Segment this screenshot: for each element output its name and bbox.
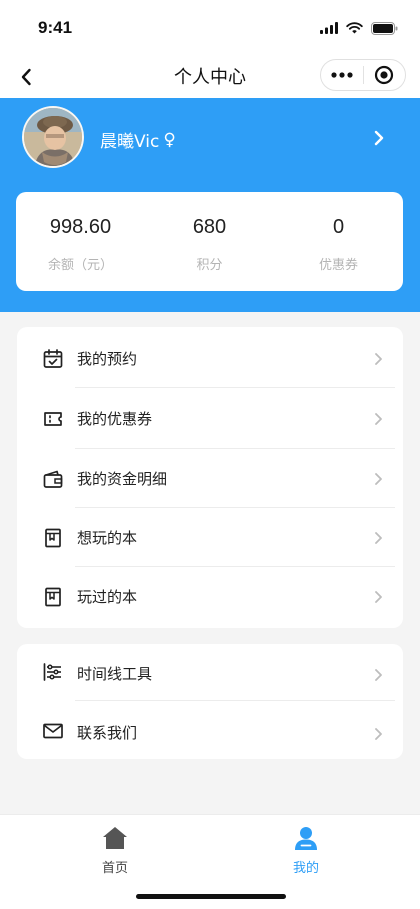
profile-row[interactable]: 晨曦Vic ♀ [0, 98, 420, 180]
signal-icon [320, 22, 338, 34]
menu-item-want-to-play[interactable]: 想玩的本 [17, 507, 403, 567]
tab-home[interactable]: 首页 [10, 815, 220, 885]
avatar-image [24, 108, 82, 166]
chevron-right-icon [375, 413, 382, 425]
status-time: 9:41 [38, 18, 73, 37]
menu-label: 时间线工具 [77, 665, 153, 683]
points-label: 积分 [196, 258, 223, 273]
stat-balance[interactable]: 998.60 余额（元） [16, 192, 145, 291]
book-bookmark-icon [45, 528, 61, 548]
menu-card-primary: 我的预约 我的优惠券 我的资金明细 想玩的本 玩过的本 [17, 327, 403, 628]
nav-bar: 个人中心 [0, 56, 420, 98]
tab-label: 首页 [101, 861, 128, 876]
more-dots-icon [331, 72, 353, 78]
mini-program-capsule [320, 59, 406, 91]
mail-icon [43, 723, 63, 739]
more-button[interactable] [321, 60, 363, 90]
target-circle-icon [375, 65, 394, 85]
chevron-right-icon [375, 728, 382, 740]
coupons-value: 0 [332, 216, 345, 238]
chevron-right-icon [374, 130, 384, 146]
menu-label: 联系我们 [77, 724, 138, 742]
home-icon [103, 827, 127, 849]
menu-label: 我的优惠券 [77, 410, 153, 428]
battery-icon [371, 21, 398, 35]
balance-value: 998.60 [49, 216, 112, 238]
status-bar: 9:41 [0, 0, 420, 56]
sliders-icon [43, 663, 61, 681]
menu-card-secondary: 时间线工具 联系我们 [17, 644, 403, 759]
avatar [22, 106, 84, 168]
username: 晨曦Vic ♀ [100, 127, 176, 153]
tab-mine[interactable]: 我的 [201, 815, 411, 885]
menu-item-timeline-tool[interactable]: 时间线工具 [17, 644, 403, 704]
menu-label: 我的预约 [77, 350, 138, 368]
gender-female-icon: ♀ [163, 129, 176, 150]
wallet-icon [43, 470, 63, 488]
chevron-right-icon [375, 532, 382, 544]
menu-item-appointments[interactable]: 我的预约 [17, 328, 403, 388]
username-text: 晨曦Vic [100, 132, 160, 152]
close-mini-program-button[interactable] [364, 60, 406, 90]
menu-label: 我的资金明细 [77, 470, 168, 488]
status-icons [320, 18, 398, 38]
menu-label: 想玩的本 [77, 529, 138, 547]
menu-item-played[interactable]: 玩过的本 [17, 566, 403, 626]
menu-item-fund-details[interactable]: 我的资金明细 [17, 448, 403, 508]
back-button[interactable] [14, 64, 38, 90]
chevron-right-icon [375, 473, 382, 485]
coupons-label: 优惠券 [318, 258, 358, 273]
chevron-right-icon [375, 353, 382, 365]
chevron-right-icon [375, 669, 382, 681]
tab-label: 我的 [292, 861, 319, 876]
user-icon [295, 827, 317, 850]
chevron-right-icon [375, 591, 382, 603]
stats-card: 998.60 余额（元） 680 积分 0 优惠券 [16, 192, 403, 291]
menu-item-contact-us[interactable]: 联系我们 [17, 701, 403, 761]
chevron-left-icon [21, 68, 31, 86]
balance-label: 余额（元） [47, 258, 113, 273]
ticket-icon [44, 412, 62, 426]
calendar-check-icon [43, 349, 63, 368]
points-value: 680 [192, 216, 227, 238]
stat-coupons[interactable]: 0 优惠券 [274, 192, 403, 291]
menu-label: 玩过的本 [77, 588, 138, 606]
book-bookmark-icon [45, 587, 61, 607]
wifi-icon [346, 22, 363, 34]
menu-item-coupons[interactable]: 我的优惠券 [17, 388, 403, 448]
stat-points[interactable]: 680 积分 [145, 192, 274, 291]
home-indicator [136, 894, 286, 899]
